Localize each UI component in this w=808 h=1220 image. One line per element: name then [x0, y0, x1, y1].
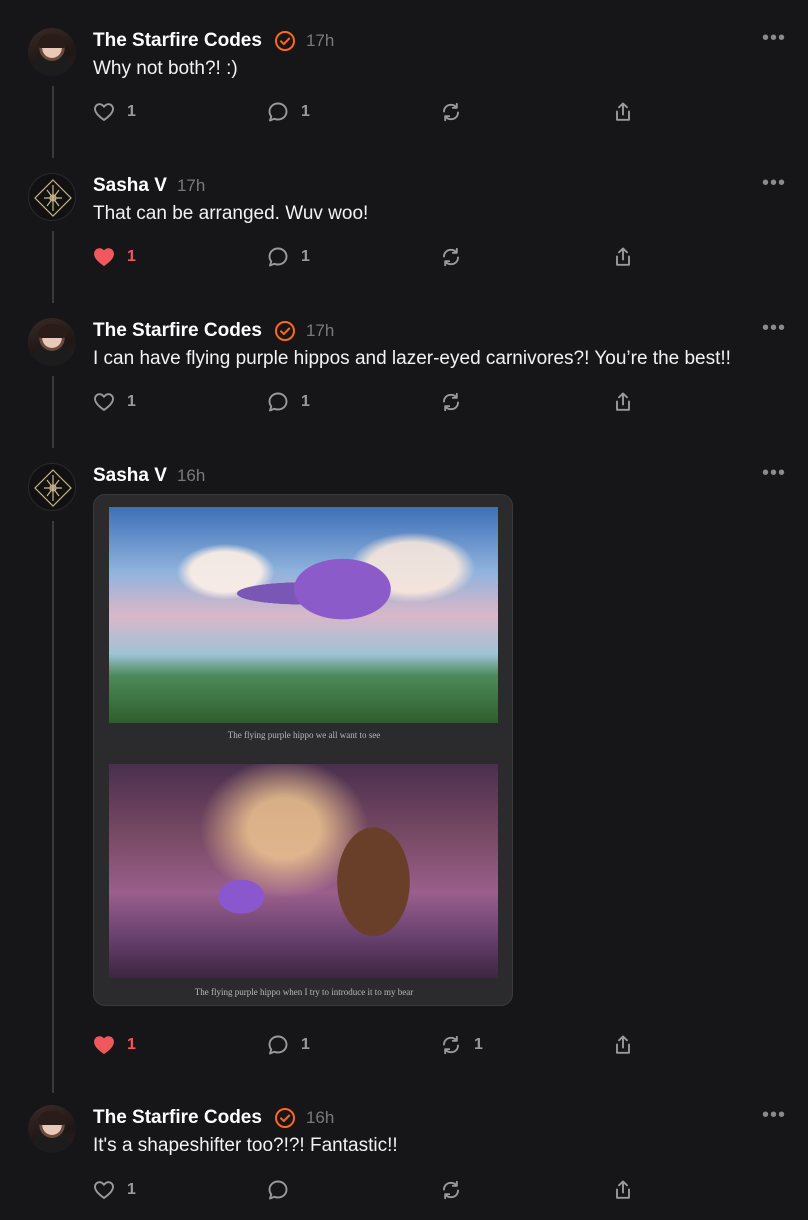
verified-check-icon [274, 30, 296, 52]
avatar[interactable] [28, 173, 76, 221]
restack-icon [440, 1034, 462, 1056]
like-count: 1 [127, 1181, 136, 1198]
avatar[interactable] [28, 463, 76, 511]
reply-count: 1 [301, 248, 310, 265]
post-timestamp[interactable]: 16h [177, 466, 205, 486]
share-button[interactable] [612, 389, 634, 415]
reply-button[interactable] [267, 1177, 301, 1203]
thread-line [52, 86, 54, 158]
comment-icon [267, 1034, 289, 1056]
comment-icon [267, 391, 289, 413]
author-name[interactable]: The Starfire Codes [93, 320, 262, 342]
like-count: 1 [127, 1036, 136, 1053]
like-button[interactable]: 1 [93, 99, 136, 125]
thread-line [52, 521, 54, 1093]
post-text: I can have flying purple hippos and laze… [93, 348, 731, 369]
reply-count: 1 [301, 393, 310, 410]
action-bar: 1 1 [93, 244, 653, 270]
like-count: 1 [127, 393, 136, 410]
post-header: Sasha V 17h [93, 173, 205, 199]
like-count: 1 [127, 248, 136, 265]
comment-icon [267, 101, 289, 123]
more-options-icon[interactable]: ••• [762, 463, 786, 483]
heart-icon [93, 392, 115, 412]
avatar[interactable] [28, 1105, 76, 1153]
post-header: The Starfire Codes 16h [93, 1105, 334, 1131]
share-button[interactable] [612, 99, 634, 125]
more-options-icon[interactable]: ••• [762, 28, 786, 48]
hippo-and-bear-image[interactable] [109, 764, 498, 978]
share-icon [612, 391, 634, 413]
share-button[interactable] [612, 1177, 634, 1203]
like-button[interactable]: 1 [93, 389, 136, 415]
avatar[interactable] [28, 28, 76, 76]
like-button[interactable]: 1 [93, 1177, 136, 1203]
verified-check-icon [274, 320, 296, 342]
share-icon [612, 246, 634, 268]
author-name[interactable]: The Starfire Codes [93, 30, 262, 52]
more-options-icon[interactable]: ••• [762, 1105, 786, 1125]
image-caption: The flying purple hippo we all want to s… [227, 730, 381, 740]
share-button[interactable] [612, 1032, 634, 1058]
post-header: Sasha V 16h [93, 463, 205, 489]
author-name[interactable]: Sasha V [93, 465, 167, 487]
author-name[interactable]: Sasha V [93, 175, 167, 197]
more-options-icon[interactable]: ••• [762, 173, 786, 193]
post-timestamp[interactable]: 17h [177, 176, 205, 196]
like-count: 1 [127, 103, 136, 120]
heart-icon [93, 1180, 115, 1200]
restack-button[interactable]: 1 [440, 1032, 483, 1058]
post-text: It's a shapeshifter too?!?! Fantastic!! [93, 1135, 398, 1156]
action-bar: 1 1 [93, 99, 653, 125]
more-options-icon[interactable]: ••• [762, 318, 786, 338]
post-timestamp[interactable]: 16h [306, 1108, 334, 1128]
flying-hippo-image[interactable] [109, 507, 498, 723]
reply-count: 1 [301, 103, 310, 120]
author-name[interactable]: The Starfire Codes [93, 1107, 262, 1129]
restack-icon [440, 246, 462, 268]
post-header: The Starfire Codes 17h [93, 28, 334, 54]
share-icon [612, 1179, 634, 1201]
share-button[interactable] [612, 244, 634, 270]
verified-check-icon [274, 1107, 296, 1129]
reply-button[interactable]: 1 [267, 244, 310, 270]
action-bar: 1 1 [93, 389, 653, 415]
restack-count: 1 [474, 1036, 483, 1053]
post-text: Why not both?! :) [93, 58, 238, 79]
reply-button[interactable]: 1 [267, 1032, 310, 1058]
heart-icon [93, 102, 115, 122]
restack-button[interactable] [440, 389, 474, 415]
image-card[interactable]: The flying purple hippo we all want to s… [93, 494, 513, 1006]
image-caption: The flying purple hippo when I try to in… [194, 987, 414, 997]
like-button[interactable]: 1 [93, 244, 136, 270]
restack-button[interactable] [440, 99, 474, 125]
comment-icon [267, 246, 289, 268]
restack-button[interactable] [440, 244, 474, 270]
post-timestamp[interactable]: 17h [306, 31, 334, 51]
action-bar: 1 1 1 [93, 1032, 653, 1058]
reply-button[interactable]: 1 [267, 99, 310, 125]
post-timestamp[interactable]: 17h [306, 321, 334, 341]
share-icon [612, 101, 634, 123]
post-text: That can be arranged. Wuv woo! [93, 203, 369, 224]
post-header: The Starfire Codes 17h [93, 318, 334, 344]
thread-line [52, 231, 54, 303]
thread-line [52, 376, 54, 448]
restack-icon [440, 1179, 462, 1201]
avatar[interactable] [28, 318, 76, 366]
reply-button[interactable]: 1 [267, 389, 310, 415]
restack-icon [440, 101, 462, 123]
restack-button[interactable] [440, 1177, 474, 1203]
reply-count: 1 [301, 1036, 310, 1053]
like-button[interactable]: 1 [93, 1032, 136, 1058]
heart-icon [93, 247, 115, 267]
share-icon [612, 1034, 634, 1056]
comment-icon [267, 1179, 289, 1201]
heart-icon [93, 1035, 115, 1055]
action-bar: 1 [93, 1177, 653, 1203]
restack-icon [440, 391, 462, 413]
